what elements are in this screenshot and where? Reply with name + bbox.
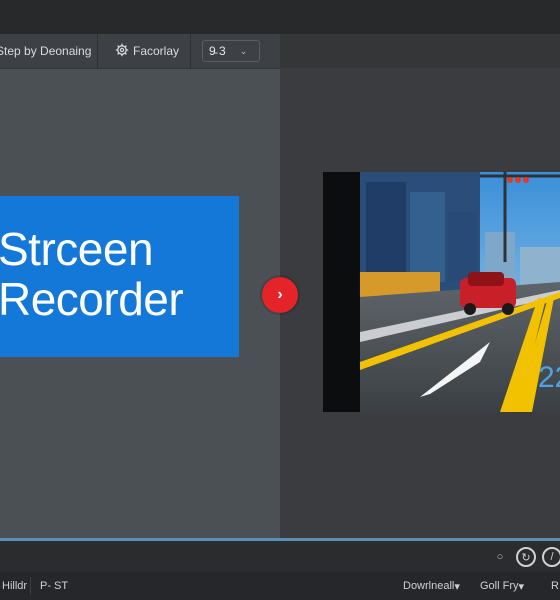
frame-rate-select[interactable]: 9̵ 3 ⌄ bbox=[202, 40, 260, 62]
timeline-bar bbox=[0, 541, 560, 572]
quality-label: Goll Fry bbox=[480, 580, 519, 592]
video-preview[interactable]: 22 bbox=[323, 172, 560, 412]
frame-rate-value: 9̵ 3 bbox=[209, 44, 226, 58]
status-divider bbox=[30, 577, 31, 595]
download-label: Dowrlneall bbox=[403, 580, 455, 592]
download-dropdown[interactable]: Dowrlneall ▾ bbox=[403, 572, 460, 600]
banner-title-line-1: Strceen bbox=[0, 223, 154, 275]
banner-title-line-2: Recorder bbox=[0, 273, 184, 325]
mode-label: P- ST bbox=[40, 580, 69, 592]
caret-down-icon: ▾ bbox=[454, 580, 460, 593]
chevron-down-icon: ⌄ bbox=[239, 45, 248, 56]
stop-icon: / bbox=[550, 551, 554, 563]
toolbar-divider bbox=[190, 34, 191, 68]
next-button[interactable]: › bbox=[262, 277, 298, 313]
status-left-item[interactable]: Hilldr bbox=[2, 572, 27, 600]
step-by-step-button[interactable]: Step by Deonaing bbox=[0, 34, 91, 68]
favorites-label: Facorlay bbox=[133, 44, 180, 58]
step-label: Step by Deonaing bbox=[0, 44, 92, 58]
settings-gear-icon bbox=[115, 43, 129, 60]
refresh-icon: ↻ bbox=[521, 551, 531, 564]
chevron-right-icon: › bbox=[277, 286, 283, 303]
overlay-number: 22 bbox=[538, 361, 560, 394]
mode-item[interactable]: P- ST bbox=[40, 572, 68, 600]
toolbar-divider bbox=[97, 34, 98, 68]
title-bar bbox=[0, 0, 560, 35]
preview-toolbar bbox=[280, 34, 560, 68]
record-dot-button[interactable]: ○ bbox=[494, 547, 506, 567]
race-scene-thumbnail: 22 bbox=[360, 172, 560, 412]
stop-button[interactable]: / bbox=[542, 547, 560, 567]
toolbar: Step by Deonaing Facorlay 9̵ 3 ⌄ bbox=[0, 34, 280, 69]
dot-icon: ○ bbox=[496, 551, 504, 563]
screen-recorder-banner: Strceen Recorder bbox=[0, 196, 239, 357]
favorites-button[interactable]: Facorlay bbox=[115, 34, 179, 68]
status-bar: Hilldr P- ST Dowrlneall ▾ Goll Fry ▾ R bbox=[0, 572, 560, 600]
status-right-item[interactable]: R bbox=[551, 572, 559, 600]
caret-down-icon: ▾ bbox=[518, 580, 525, 593]
refresh-button[interactable]: ↻ bbox=[516, 547, 536, 567]
quality-dropdown[interactable]: Goll Fry ▾ bbox=[480, 572, 524, 600]
status-right-label: R bbox=[551, 580, 559, 592]
status-left-label: Hilldr bbox=[2, 580, 28, 592]
